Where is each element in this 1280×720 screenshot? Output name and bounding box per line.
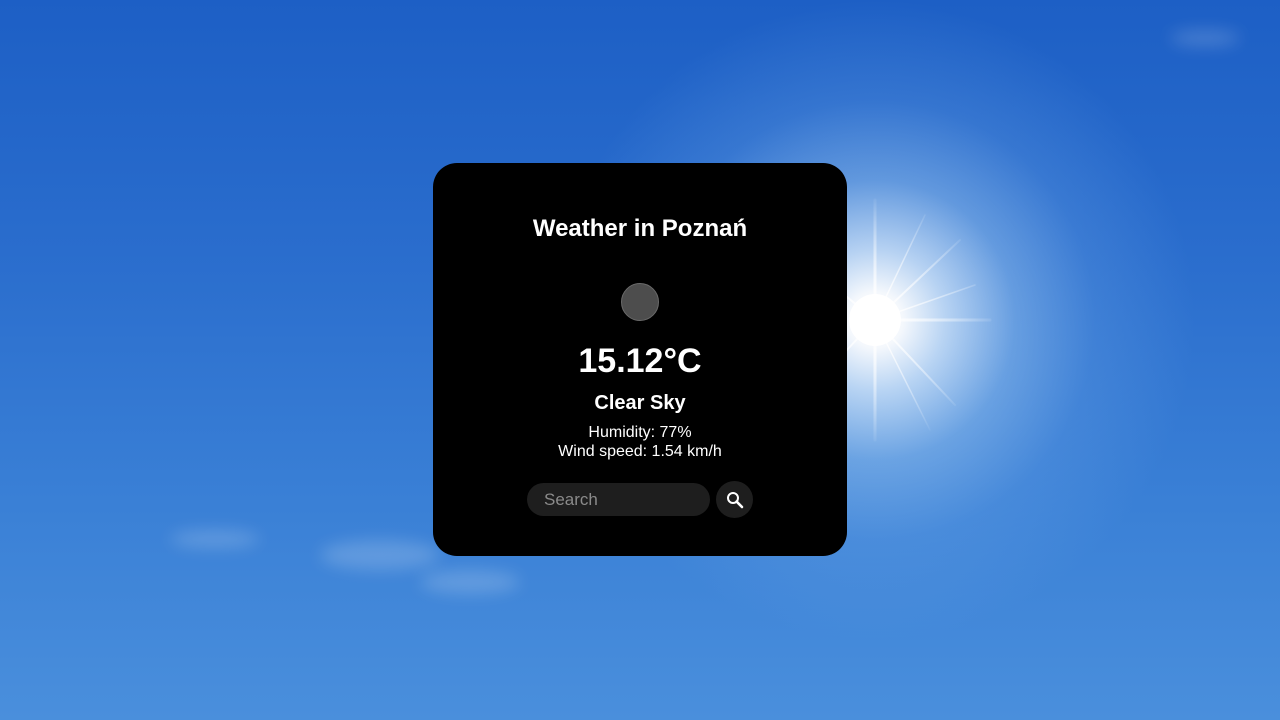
- wind-speed: Wind speed: 1.54 km/h: [558, 443, 722, 460]
- cloud: [420, 570, 520, 594]
- search-button[interactable]: [716, 481, 753, 518]
- search-icon: [726, 491, 743, 508]
- humidity: Humidity: 77%: [588, 424, 692, 441]
- weather-details: Humidity: 77% Wind speed: 1.54 km/h: [558, 423, 722, 461]
- city-title: Weather in Poznań: [532, 215, 748, 242]
- weather-card: Weather in Poznań 15.12°C Clear Sky Humi…: [433, 163, 847, 556]
- search-bar: [527, 481, 753, 518]
- search-input[interactable]: [527, 483, 710, 516]
- cloud: [1170, 30, 1240, 46]
- cloud: [170, 530, 260, 548]
- weather-icon: [621, 283, 659, 321]
- cloud: [320, 540, 440, 570]
- weather-description: Clear Sky: [594, 392, 686, 414]
- temperature: 15.12°C: [578, 342, 702, 380]
